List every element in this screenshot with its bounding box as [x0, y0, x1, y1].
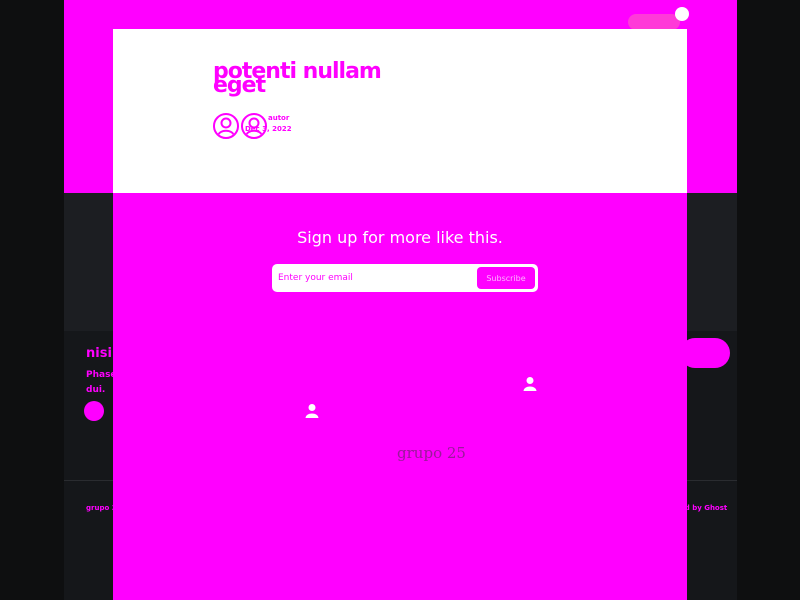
modal-post-header: potenti nullam eget autor Dec 3, 2022	[113, 29, 687, 193]
subscribe-button[interactable]: Subscribe	[477, 267, 535, 289]
topbar-button[interactable]	[628, 14, 680, 30]
author-avatar-icon[interactable]	[213, 113, 239, 139]
post-date: Dec 3, 2022	[245, 125, 292, 133]
author-name[interactable]: autor	[268, 114, 289, 122]
footer-powered-by[interactable]: ed by Ghost	[680, 504, 727, 512]
email-input[interactable]	[278, 269, 468, 287]
user-icon	[523, 377, 537, 391]
site-logo[interactable]: o25	[112, 8, 133, 21]
post-title: potenti nullam eget	[213, 59, 382, 98]
account-icon[interactable]	[675, 7, 689, 21]
modal-site-name: grupo 25	[397, 444, 466, 462]
signup-heading: Sign up for more like this.	[297, 228, 503, 247]
user-icon	[305, 404, 319, 418]
background-pill-button[interactable]	[680, 338, 730, 368]
background-card-avatar	[84, 401, 104, 421]
signup-form: Subscribe	[272, 264, 538, 292]
signup-modal: potenti nullam eget autor Dec 3, 2022 Si…	[113, 29, 687, 600]
